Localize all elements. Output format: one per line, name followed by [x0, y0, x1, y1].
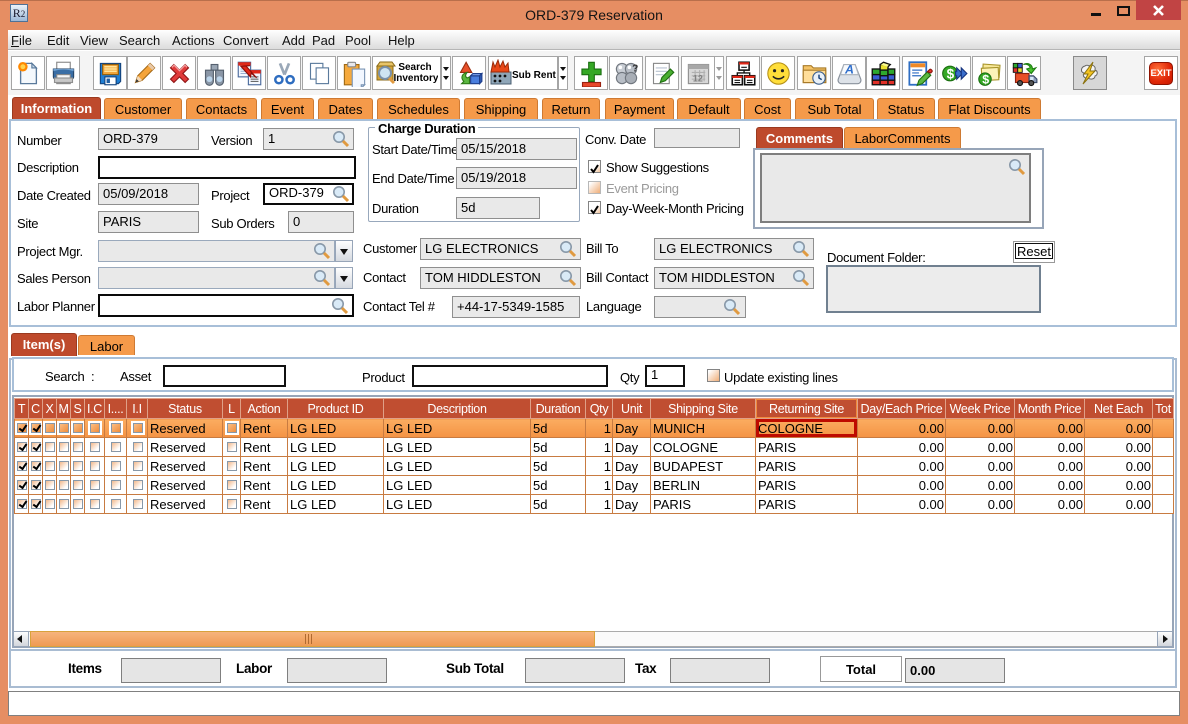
svg-text:Sub Rent: Sub Rent: [512, 70, 557, 81]
svg-text:Inventory: Inventory: [393, 73, 438, 84]
svg-text:Search: Search: [398, 62, 431, 73]
svg-text:$: $: [982, 72, 989, 86]
svg-text:$: $: [946, 66, 954, 81]
svg-text:A: A: [844, 62, 854, 76]
svg-text:12: 12: [692, 73, 702, 83]
svg-text:?: ?: [632, 63, 638, 74]
